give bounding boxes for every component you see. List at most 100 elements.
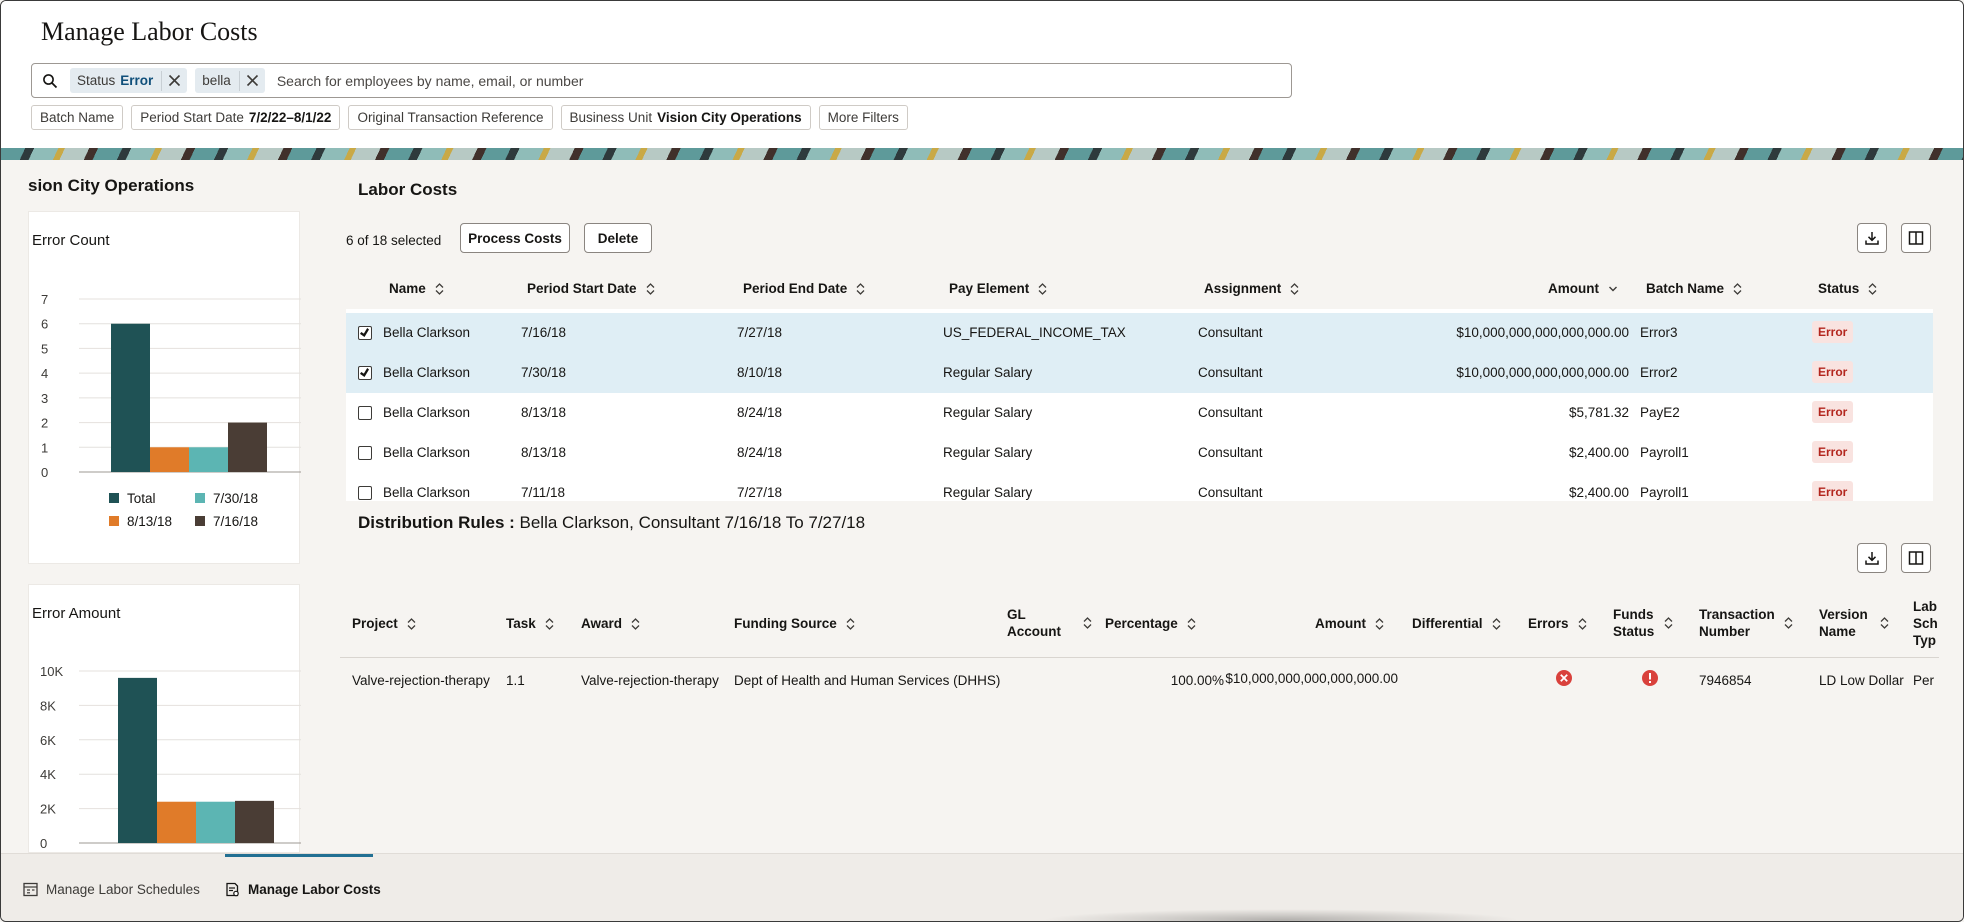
column-header-task[interactable]: Task	[506, 615, 554, 632]
column-label: Percentage	[1105, 616, 1178, 631]
table-row[interactable]: Bella Clarkson 8/13/18 8/24/18 Regular Sala…	[346, 393, 1933, 433]
close-icon[interactable]	[238, 70, 259, 91]
filter-original-transaction-reference[interactable]: Original Transaction Reference	[348, 105, 553, 130]
column-header-award[interactable]: Award	[581, 615, 640, 632]
filter-chip-keyword[interactable]: bella	[195, 68, 265, 93]
cell-batch-name: PayE2	[1640, 405, 1680, 420]
column-label: Amount	[1548, 281, 1599, 296]
status-badge: Error	[1812, 481, 1854, 501]
column-header-differential[interactable]: Differential	[1412, 615, 1501, 632]
column-label-line: Version	[1819, 607, 1868, 622]
search-bar[interactable]: Status Error bella	[31, 63, 1292, 98]
close-icon[interactable]	[161, 70, 181, 91]
column-label: Amount	[1315, 616, 1366, 631]
row-checkbox[interactable]	[358, 446, 372, 460]
bar-8-13-18[interactable]	[150, 447, 189, 472]
column-header-transaction-number[interactable]: Transaction Number	[1699, 606, 1793, 640]
sort-icon	[631, 617, 640, 630]
sort-icon	[1375, 617, 1384, 630]
cell-name: Bella Clarkson	[383, 405, 471, 420]
column-view-button[interactable]	[1901, 223, 1931, 253]
column-header-status[interactable]: Status	[1818, 281, 1877, 296]
distribution-column-view-button[interactable]	[1901, 543, 1931, 573]
column-label: Transaction Number	[1699, 606, 1775, 640]
filter-business-unit[interactable]: Business Unit Vision City Operations	[560, 105, 811, 130]
column-header-amount[interactable]: Amount	[1315, 615, 1384, 632]
bar-7-30-18[interactable]	[189, 447, 228, 472]
column-header-period-end[interactable]: Period End Date	[743, 281, 865, 296]
filter-value: 7/2/22–8/1/22	[248, 110, 332, 125]
decorative-banner	[1, 148, 1963, 160]
cell-batch-name: Payroll1	[1640, 445, 1689, 460]
column-header-version-name[interactable]: Version Name	[1819, 606, 1889, 640]
y-tick-label: 0	[41, 465, 48, 480]
cell-amount: $10,000,000,000,000,000.00	[1456, 325, 1629, 340]
table-row[interactable]: Bella Clarkson 8/13/18 8/24/18 Regular Sala…	[346, 433, 1933, 473]
bar-7-16-18[interactable]	[228, 422, 267, 472]
cell-award: Valve-rejection-therapy	[581, 673, 719, 688]
column-header-name[interactable]: Name	[389, 281, 444, 296]
tab-manage-labor-costs[interactable]: Manage Labor Costs	[225, 882, 381, 897]
columns-icon	[1908, 551, 1924, 565]
filter-chip-status[interactable]: Status Error	[70, 68, 188, 93]
table-row[interactable]: Bella Clarkson 7/30/18 8/10/18 Regular Sala…	[346, 353, 1933, 393]
filter-label: Original Transaction Reference	[357, 110, 544, 125]
column-header-period-start[interactable]: Period Start Date	[527, 281, 655, 296]
search-input[interactable]	[276, 72, 1291, 89]
more-filters-button[interactable]: More Filters	[818, 105, 908, 130]
error-circle-icon[interactable]	[1555, 669, 1573, 687]
cell-transaction-number: 7946854	[1699, 673, 1752, 688]
process-costs-button[interactable]: Process Costs	[460, 223, 570, 253]
column-header-labor-schedule-type[interactable]: Lab Sch Typ	[1913, 598, 1939, 649]
column-header-funds-status[interactable]: Funds Status	[1613, 606, 1673, 640]
cell-batch-name: Error2	[1640, 365, 1678, 380]
bar-total[interactable]	[118, 677, 157, 843]
tab-manage-labor-schedules[interactable]: Manage Labor Schedules	[23, 882, 200, 897]
sort-icon	[1578, 617, 1586, 630]
y-tick-label: 3	[41, 391, 48, 406]
bar-7-16-18[interactable]	[235, 800, 274, 843]
cell-funding-source: Dept of Health and Human Services (DHHS)	[734, 673, 1001, 688]
column-header-funding-source[interactable]: Funding Source	[734, 615, 855, 632]
legend-swatch	[109, 516, 119, 526]
status-badge: Error	[1812, 361, 1854, 383]
download-icon	[1865, 232, 1879, 245]
cell-task: 1.1	[506, 673, 525, 688]
row-checkbox[interactable]	[358, 406, 372, 420]
y-tick-label: 10K	[40, 664, 63, 679]
cell-pay-element: Regular Salary	[943, 365, 1033, 380]
filter-batch-name[interactable]: Batch Name	[31, 105, 124, 130]
cell-period-end: 7/27/18	[737, 325, 783, 340]
column-header-amount[interactable]: Amount	[1548, 281, 1618, 296]
row-checkbox[interactable]	[358, 486, 372, 500]
chip-label: bella	[202, 73, 231, 88]
column-header-percentage[interactable]: Percentage	[1105, 615, 1196, 632]
row-checkbox[interactable]	[358, 326, 372, 340]
column-label-line: Account	[1007, 624, 1061, 639]
table-row[interactable]: Bella Clarkson 7/11/18 7/27/18 Regular Sala…	[346, 473, 1933, 501]
cell-batch-name: Payroll1	[1640, 485, 1689, 500]
bar-7-30-18[interactable]	[196, 801, 235, 843]
column-label: Period Start Date	[527, 281, 637, 296]
column-header-errors[interactable]: Errors	[1528, 615, 1587, 632]
cell-version-name: LD Low Dollar	[1819, 673, 1904, 688]
column-header-gl-account[interactable]: GL Account	[1007, 606, 1092, 640]
table-row[interactable]: Bella Clarkson 7/16/18 7/27/18 US_FEDERAL_I…	[346, 313, 1933, 353]
column-header-project[interactable]: Project	[352, 615, 416, 632]
filter-label: More Filters	[827, 110, 899, 125]
download-button[interactable]	[1857, 223, 1887, 253]
warning-circle-icon[interactable]	[1641, 669, 1659, 687]
delete-button[interactable]: Delete	[584, 223, 652, 253]
bar-total[interactable]	[111, 323, 150, 472]
column-header-pay-element[interactable]: Pay Element	[949, 281, 1047, 296]
column-header-assignment[interactable]: Assignment	[1204, 281, 1299, 296]
distribution-download-button[interactable]	[1857, 543, 1887, 573]
row-checkbox[interactable]	[358, 366, 372, 380]
column-header-batch-name[interactable]: Batch Name	[1646, 281, 1742, 296]
column-label: Assignment	[1204, 281, 1282, 296]
search-icon	[43, 73, 58, 88]
bar-8-13-18[interactable]	[157, 801, 196, 843]
filter-period-start-date[interactable]: Period Start Date 7/2/22–8/1/22	[131, 105, 341, 130]
column-label-line: Status	[1613, 624, 1655, 639]
active-tab-indicator	[225, 854, 373, 857]
